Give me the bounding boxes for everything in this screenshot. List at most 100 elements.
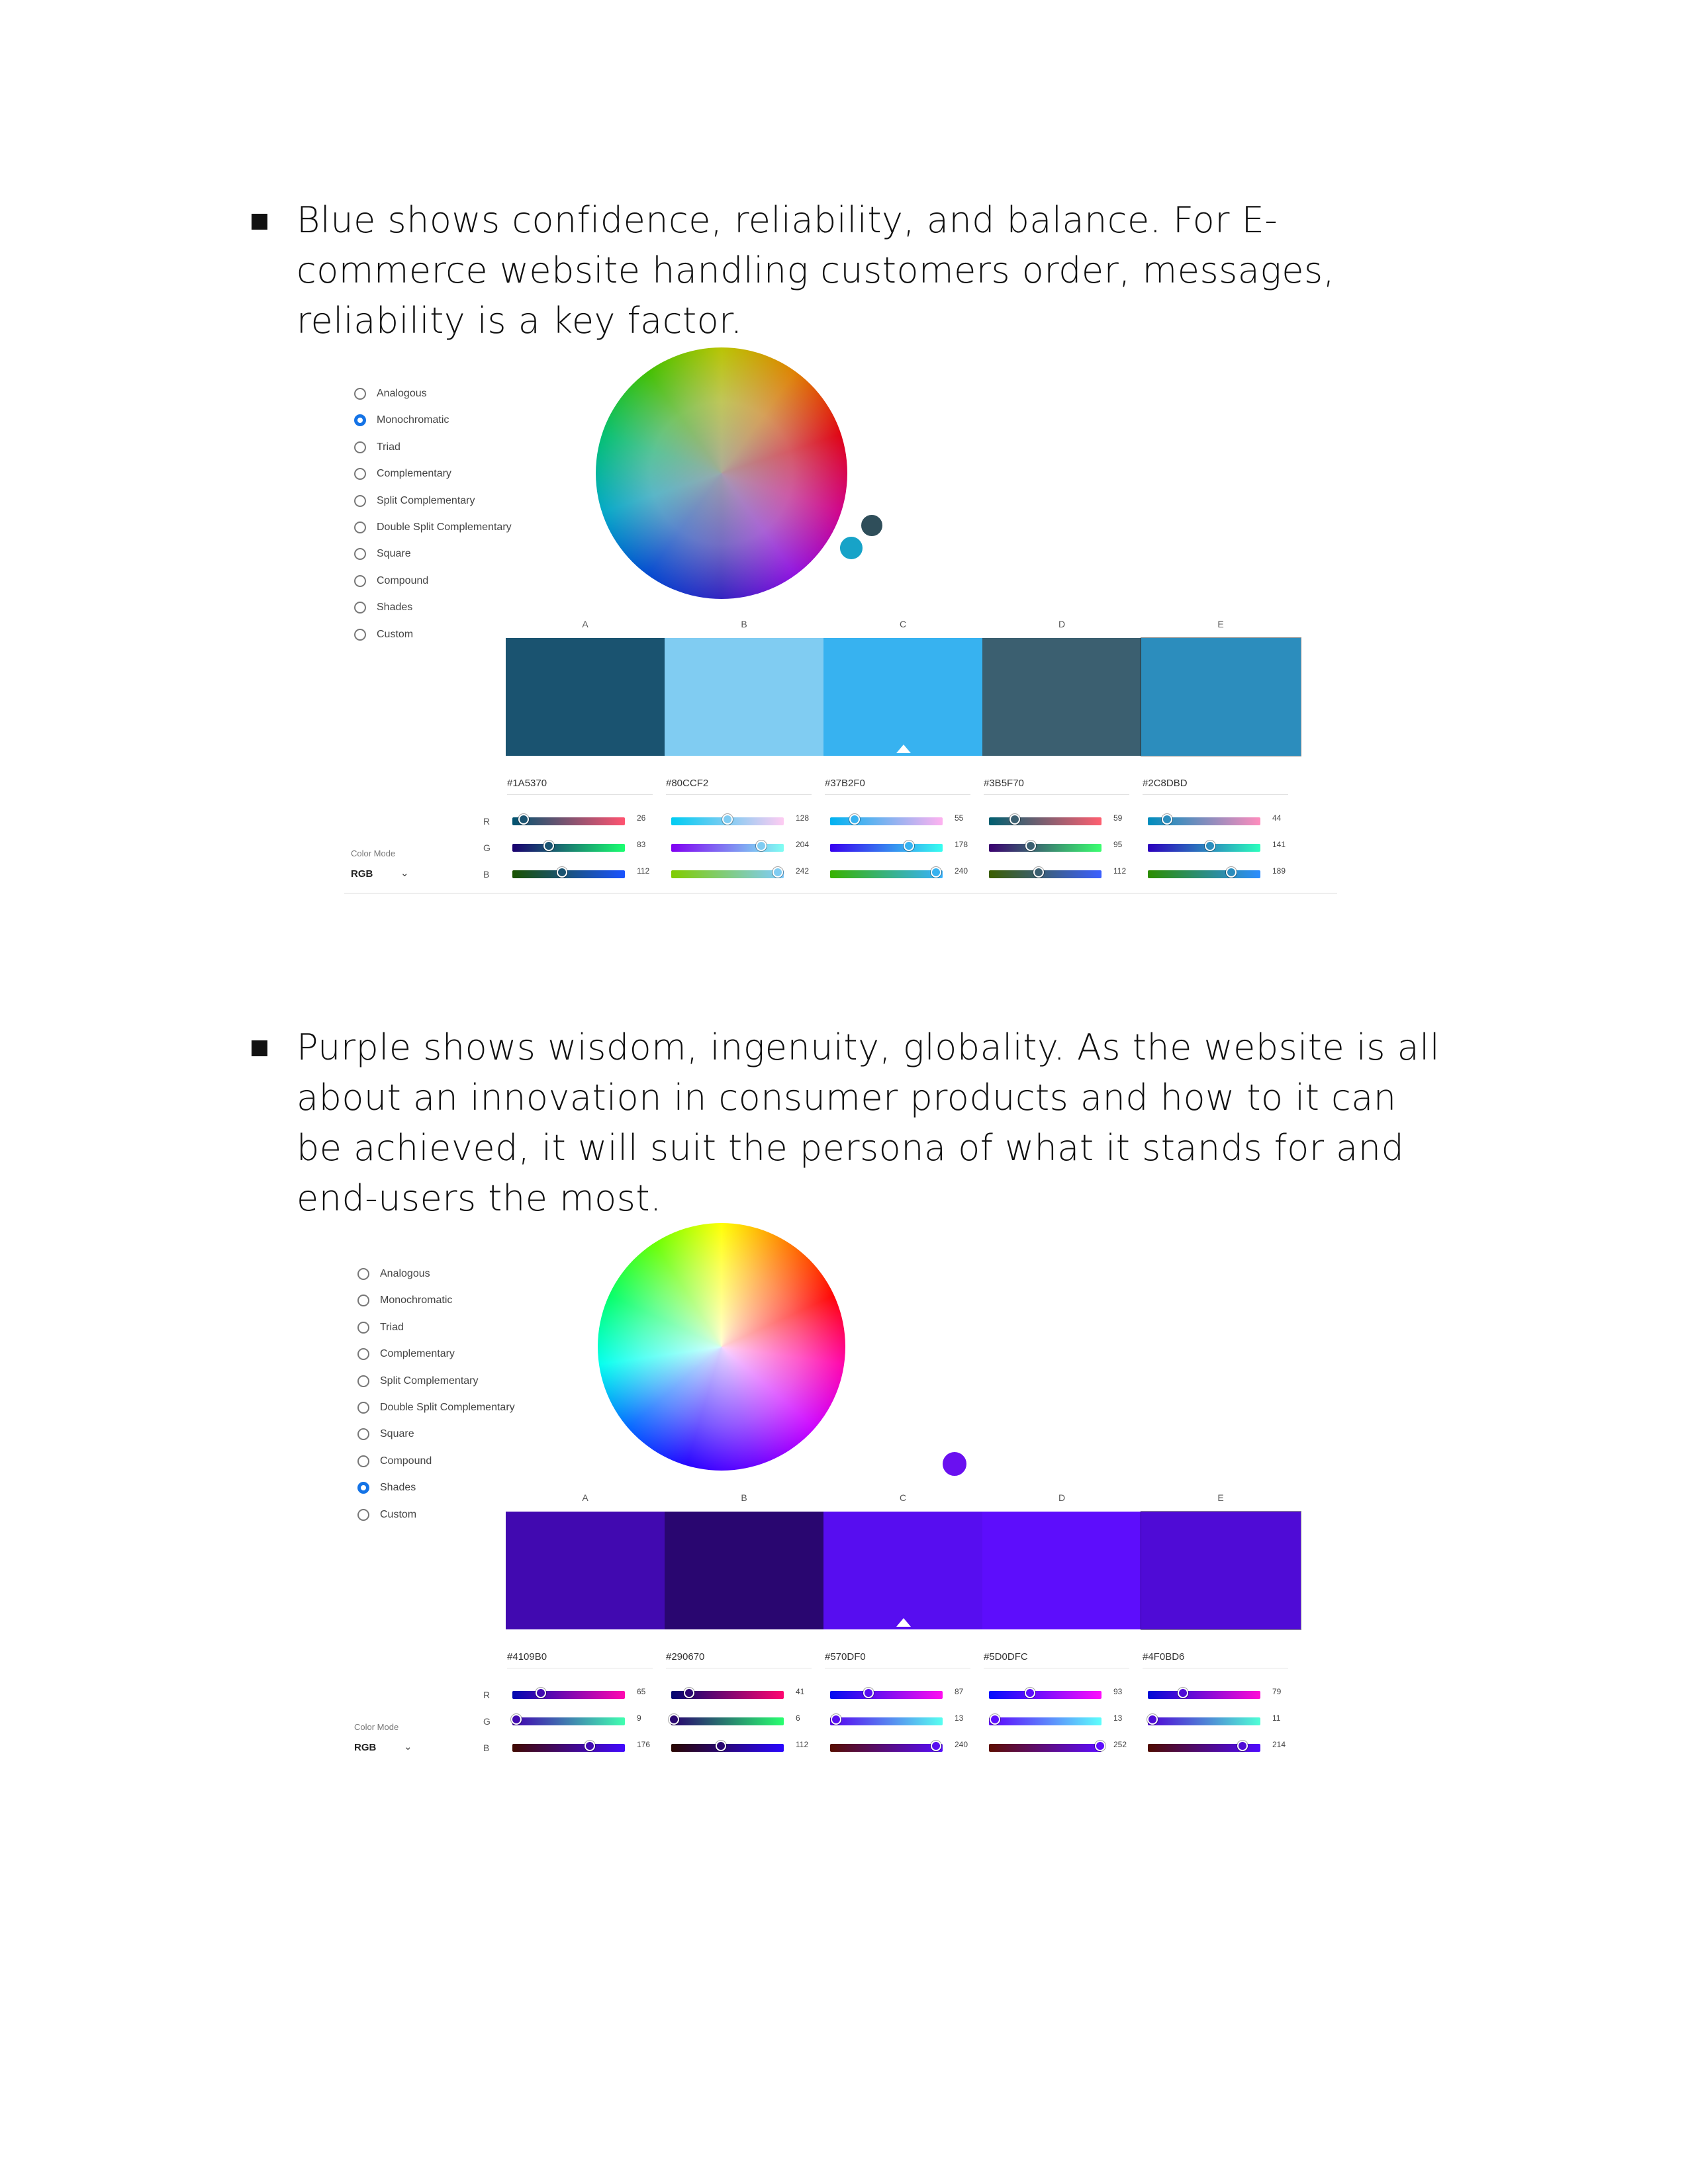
slider-thumb[interactable] xyxy=(543,841,555,851)
slider-thumb[interactable] xyxy=(1226,867,1237,878)
harmony-option-square[interactable]: Square xyxy=(357,1424,414,1444)
channel-slider-b[interactable] xyxy=(1148,867,1260,878)
slider-thumb[interactable] xyxy=(511,1714,522,1725)
chevron-down-icon[interactable]: ⌄ xyxy=(404,1741,412,1752)
harmony-option-triad[interactable]: Triad xyxy=(357,1318,404,1338)
channel-slider-r[interactable] xyxy=(1148,1688,1260,1699)
hex-value[interactable]: #3B5F70 xyxy=(984,778,1129,795)
channel-slider-r[interactable] xyxy=(512,1688,625,1699)
wheel-handle[interactable] xyxy=(837,534,865,562)
channel-slider-b[interactable] xyxy=(671,867,784,878)
hex-value[interactable]: #290670 xyxy=(666,1651,812,1668)
channel-slider-g[interactable] xyxy=(989,841,1102,852)
channel-slider-g[interactable] xyxy=(1147,1714,1260,1725)
harmony-option-split-complementary[interactable]: Split Complementary xyxy=(354,491,475,511)
harmony-option-split-complementary[interactable]: Split Complementary xyxy=(357,1371,479,1391)
harmony-option-custom[interactable]: Custom xyxy=(357,1505,416,1525)
slider-thumb[interactable] xyxy=(863,1688,874,1698)
channel-slider-g[interactable] xyxy=(512,841,625,852)
color-swatch[interactable] xyxy=(506,1512,665,1629)
channel-slider-b[interactable] xyxy=(512,1741,625,1752)
channel-slider-g[interactable] xyxy=(669,1714,784,1725)
slider-thumb[interactable] xyxy=(931,867,941,878)
color-swatch[interactable] xyxy=(982,638,1142,756)
slider-thumb[interactable] xyxy=(585,1741,596,1751)
channel-slider-b[interactable] xyxy=(989,1741,1105,1752)
hex-value[interactable]: #5D0DFC xyxy=(984,1651,1129,1668)
color-mode-select[interactable]: RGB xyxy=(354,1742,376,1753)
radio-button[interactable] xyxy=(354,602,366,614)
radio-button[interactable] xyxy=(354,414,366,427)
wheel-handles[interactable] xyxy=(596,382,908,612)
channel-slider-g[interactable] xyxy=(989,1714,1102,1725)
wheel-handle[interactable] xyxy=(940,1449,969,1479)
radio-button[interactable] xyxy=(357,1402,369,1414)
color-wheel[interactable] xyxy=(596,347,908,599)
channel-slider-r[interactable] xyxy=(830,1688,943,1699)
radio-button[interactable] xyxy=(354,441,366,453)
channel-slider-b[interactable] xyxy=(830,1741,943,1752)
hex-value[interactable]: #4F0BD6 xyxy=(1143,1651,1288,1668)
radio-button[interactable] xyxy=(357,1428,369,1441)
slider-thumb[interactable] xyxy=(1033,867,1044,878)
slider-thumb[interactable] xyxy=(773,867,784,878)
channel-slider-r[interactable] xyxy=(830,814,943,825)
channel-slider-r[interactable] xyxy=(1148,814,1260,825)
harmony-option-custom[interactable]: Custom xyxy=(354,625,413,645)
color-swatch[interactable] xyxy=(823,638,983,756)
radio-button[interactable] xyxy=(354,574,366,587)
harmony-option-complementary[interactable]: Complementary xyxy=(357,1344,455,1364)
channel-slider-g[interactable] xyxy=(671,841,784,852)
hex-value[interactable]: #4109B0 xyxy=(507,1651,653,1668)
slider-thumb[interactable] xyxy=(756,841,767,851)
slider-thumb[interactable] xyxy=(1205,841,1215,851)
slider-thumb[interactable] xyxy=(669,1714,679,1725)
radio-button[interactable] xyxy=(357,1268,369,1280)
harmony-option-monochromatic[interactable]: Monochromatic xyxy=(357,1291,452,1310)
radio-button[interactable] xyxy=(357,1295,369,1307)
channel-slider-b[interactable] xyxy=(1148,1741,1260,1752)
color-swatch[interactable] xyxy=(823,1512,983,1629)
color-swatch[interactable] xyxy=(665,638,824,756)
wheel-handle[interactable] xyxy=(859,512,885,539)
channel-slider-b[interactable] xyxy=(830,867,943,878)
channel-slider-g[interactable] xyxy=(511,1714,625,1725)
slider-thumb[interactable] xyxy=(1177,1688,1188,1698)
channel-slider-b[interactable] xyxy=(512,867,625,878)
radio-button[interactable] xyxy=(354,494,366,507)
slider-thumb[interactable] xyxy=(849,814,860,825)
channel-slider-g[interactable] xyxy=(1148,841,1260,852)
slider-thumb[interactable] xyxy=(1009,814,1021,825)
radio-button[interactable] xyxy=(354,388,366,400)
channel-slider-b[interactable] xyxy=(671,1741,784,1752)
hex-value[interactable]: #570DF0 xyxy=(825,1651,970,1668)
hex-value[interactable]: #1A5370 xyxy=(507,778,653,795)
slider-thumb[interactable] xyxy=(556,867,567,878)
color-mode-select[interactable]: RGB xyxy=(351,868,373,880)
wheel-handles[interactable] xyxy=(598,1255,969,1484)
harmony-option-compound[interactable]: Compound xyxy=(357,1451,432,1471)
harmony-option-double-split-complementary[interactable]: Double Split Complementary xyxy=(357,1398,515,1418)
color-swatch[interactable] xyxy=(1141,637,1301,756)
channel-slider-r[interactable] xyxy=(671,814,784,825)
channel-slider-b[interactable] xyxy=(989,867,1102,878)
slider-thumb[interactable] xyxy=(722,814,733,825)
slider-thumb[interactable] xyxy=(830,1714,841,1725)
slider-thumb[interactable] xyxy=(931,1741,941,1751)
radio-button[interactable] xyxy=(354,548,366,561)
channel-slider-r[interactable] xyxy=(989,814,1102,825)
harmony-option-triad[interactable]: Triad xyxy=(354,437,400,457)
slider-thumb[interactable] xyxy=(518,814,530,825)
slider-thumb[interactable] xyxy=(684,1688,695,1698)
radio-button[interactable] xyxy=(357,1455,369,1467)
hex-value[interactable]: #37B2F0 xyxy=(825,778,970,795)
slider-thumb[interactable] xyxy=(1147,1714,1158,1725)
chevron-down-icon[interactable]: ⌄ xyxy=(400,867,409,879)
harmony-option-shades[interactable]: Shades xyxy=(357,1478,416,1498)
harmony-option-complementary[interactable]: Complementary xyxy=(354,464,451,484)
slider-thumb[interactable] xyxy=(903,841,914,851)
slider-thumb[interactable] xyxy=(536,1688,547,1698)
radio-button[interactable] xyxy=(357,1348,369,1361)
color-swatch[interactable] xyxy=(665,1512,824,1629)
channel-slider-g[interactable] xyxy=(830,1714,943,1725)
